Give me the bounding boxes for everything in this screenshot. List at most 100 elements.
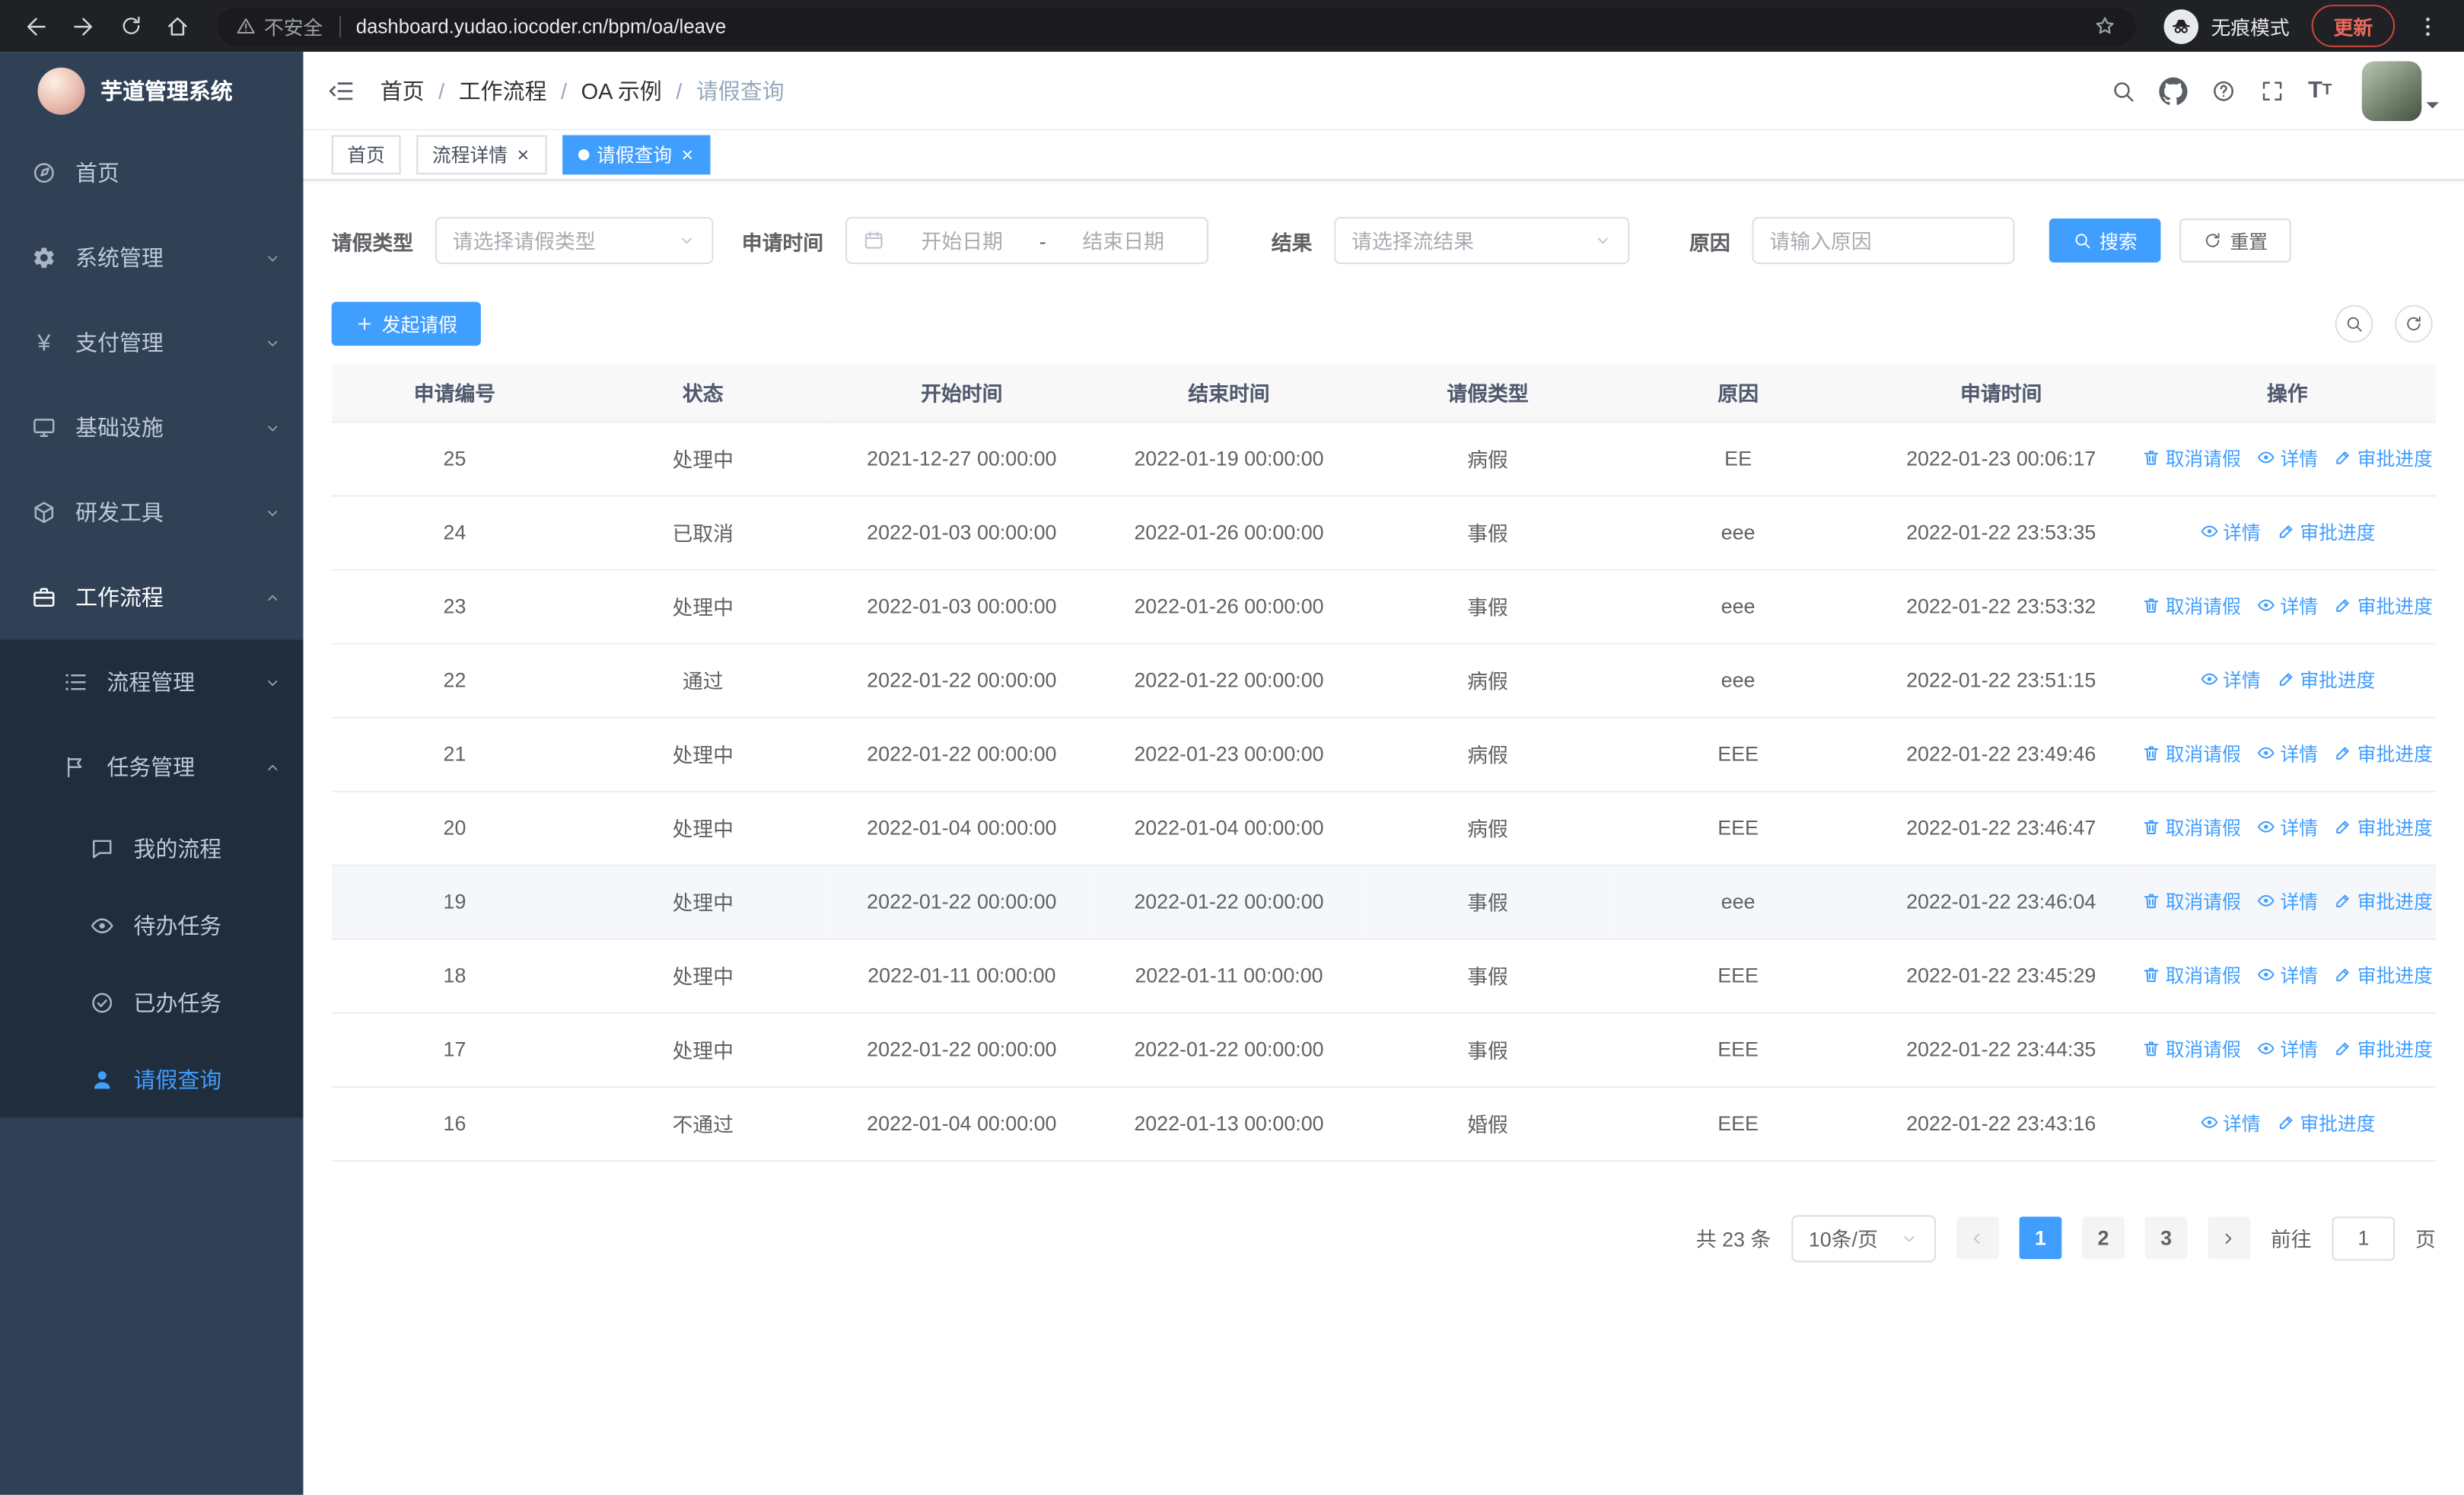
sidebar-item-system[interactable]: 系统管理 xyxy=(0,215,304,301)
leave-type-select[interactable] xyxy=(435,216,714,264)
approval-progress-link[interactable]: 审批进度 xyxy=(2334,961,2433,988)
tab-home[interactable]: 首页 xyxy=(331,135,401,175)
sidebar-item-devtools[interactable]: 研发工具 xyxy=(0,470,304,555)
detail-link[interactable]: 详情 xyxy=(2257,592,2318,619)
cancel-leave-link[interactable]: 取消请假 xyxy=(2142,740,2241,767)
browser-menu-button[interactable] xyxy=(2408,5,2449,46)
sidebar-item-payment[interactable]: ¥ 支付管理 xyxy=(0,300,304,385)
sidebar-item-done-tasks[interactable]: 已办任务 xyxy=(0,964,304,1041)
close-tab-icon[interactable]: × xyxy=(515,145,530,165)
github-link[interactable] xyxy=(2158,76,2187,104)
detail-link[interactable]: 详情 xyxy=(2257,445,2318,471)
browser-back-button[interactable] xyxy=(16,5,57,46)
approval-progress-link[interactable]: 审批进度 xyxy=(2334,888,2433,914)
page-1-button[interactable]: 1 xyxy=(2019,1216,2062,1260)
sidebar-item-process-management[interactable]: 流程管理 xyxy=(0,639,304,725)
tab-leave-query[interactable]: 请假查询 × xyxy=(562,135,711,175)
cell-start-time: 2022-01-22 00:00:00 xyxy=(828,864,1096,939)
user-menu[interactable] xyxy=(2361,60,2439,120)
browser-home-button[interactable] xyxy=(158,5,199,46)
incognito-badge: 无痕模式 xyxy=(2163,8,2290,43)
goto-page-input[interactable] xyxy=(2332,1216,2396,1261)
bookmark-star-icon[interactable] xyxy=(2093,14,2117,38)
cell-end-time: 2022-01-04 00:00:00 xyxy=(1095,790,1363,865)
eye-icon xyxy=(2257,965,2276,984)
browser-update-button[interactable]: 更新 xyxy=(2311,5,2396,47)
cell-end-time: 2022-01-22 00:00:00 xyxy=(1095,1012,1363,1087)
reason-input[interactable] xyxy=(1769,228,1998,253)
menu-fold-icon xyxy=(327,76,355,104)
detail-link[interactable]: 详情 xyxy=(2199,1109,2261,1136)
result-select[interactable] xyxy=(1334,216,1630,264)
detail-link[interactable]: 详情 xyxy=(2199,666,2261,693)
app-logo[interactable]: 芋道管理系统 xyxy=(0,52,304,130)
page-2-button[interactable]: 2 xyxy=(2082,1216,2125,1260)
sidebar-item-workflow[interactable]: 工作流程 xyxy=(0,555,304,640)
help-button[interactable] xyxy=(2211,78,2236,103)
font-size-button[interactable]: TT xyxy=(2308,77,2332,104)
browser-reload-button[interactable] xyxy=(110,5,151,46)
approval-progress-link[interactable]: 审批进度 xyxy=(2276,666,2375,693)
detail-link[interactable]: 详情 xyxy=(2199,518,2261,545)
sidebar-collapse-button[interactable] xyxy=(327,76,355,104)
sidebar-item-todo-tasks[interactable]: 待办任务 xyxy=(0,887,304,964)
trash-icon xyxy=(2142,818,2161,837)
breadcrumb-workflow[interactable]: 工作流程 xyxy=(459,75,547,106)
sidebar-item-home[interactable]: 首页 xyxy=(0,130,304,215)
detail-link[interactable]: 详情 xyxy=(2257,1035,2318,1062)
address-bar[interactable]: 不安全 dashboard.yudao.iocoder.cn/bpm/oa/le… xyxy=(216,7,2136,45)
briefcase-icon xyxy=(31,585,56,610)
security-status[interactable]: 不安全 xyxy=(236,11,323,40)
cancel-leave-link[interactable]: 取消请假 xyxy=(2142,814,2241,840)
prev-page-button[interactable] xyxy=(1956,1216,1999,1260)
approval-progress-link[interactable]: 审批进度 xyxy=(2334,740,2433,767)
cancel-leave-link[interactable]: 取消请假 xyxy=(2142,445,2241,471)
cancel-leave-link[interactable]: 取消请假 xyxy=(2142,888,2241,914)
tab-process-detail[interactable]: 流程详情 × xyxy=(416,135,546,175)
detail-link[interactable]: 详情 xyxy=(2257,814,2318,840)
sidebar-item-infrastructure[interactable]: 基础设施 xyxy=(0,385,304,470)
result-input[interactable] xyxy=(1351,228,1584,253)
reason-input-wrap[interactable] xyxy=(1752,216,2015,264)
start-date-input[interactable] xyxy=(894,228,1030,253)
page-3-button[interactable]: 3 xyxy=(2144,1216,2188,1260)
chevron-up-icon xyxy=(264,588,282,606)
cancel-leave-link[interactable]: 取消请假 xyxy=(2142,1035,2241,1062)
cancel-leave-link[interactable]: 取消请假 xyxy=(2142,961,2241,988)
fullscreen-button[interactable] xyxy=(2259,78,2284,103)
cell-leave-type: 婚假 xyxy=(1362,1085,1613,1162)
breadcrumb-oa-example[interactable]: OA 示例 xyxy=(581,75,662,106)
detail-link[interactable]: 详情 xyxy=(2257,740,2318,767)
cell-start-time: 2022-01-03 00:00:00 xyxy=(828,569,1096,644)
breadcrumb-home[interactable]: 首页 xyxy=(380,75,425,106)
sidebar-item-leave-query[interactable]: 请假查询 xyxy=(0,1041,304,1117)
detail-link[interactable]: 详情 xyxy=(2257,961,2318,988)
leave-type-input[interactable] xyxy=(452,228,668,253)
next-page-button[interactable] xyxy=(2208,1216,2251,1260)
apply-time-range-picker[interactable]: - xyxy=(845,216,1209,264)
search-button[interactable]: 搜索 xyxy=(2049,218,2161,263)
create-leave-button[interactable]: 发起请假 xyxy=(331,301,481,346)
close-tab-icon[interactable]: × xyxy=(680,145,695,165)
toggle-search-button[interactable] xyxy=(2335,304,2373,343)
page-size-select[interactable]: 10条/页 xyxy=(1791,1214,1937,1262)
header-search-button[interactable] xyxy=(2110,78,2135,103)
user-avatar[interactable] xyxy=(2361,60,2422,120)
sidebar-item-my-process[interactable]: 我的流程 xyxy=(0,810,304,887)
chevron-up-icon xyxy=(264,758,282,776)
cancel-leave-link[interactable]: 取消请假 xyxy=(2142,592,2241,619)
approval-progress-link[interactable]: 审批进度 xyxy=(2334,592,2433,619)
end-date-input[interactable] xyxy=(1055,228,1192,253)
approval-progress-link[interactable]: 审批进度 xyxy=(2334,1035,2433,1062)
detail-link[interactable]: 详情 xyxy=(2257,888,2318,914)
pagination: 共 23 条 10条/页 1 2 3 前往 页 xyxy=(332,1214,2436,1262)
approval-progress-link[interactable]: 审批进度 xyxy=(2276,518,2375,545)
reset-button[interactable]: 重置 xyxy=(2179,218,2292,263)
refresh-table-button[interactable] xyxy=(2395,304,2433,343)
browser-forward-button[interactable] xyxy=(63,5,104,46)
search-icon xyxy=(2110,78,2135,103)
approval-progress-link[interactable]: 审批进度 xyxy=(2334,814,2433,840)
approval-progress-link[interactable]: 审批进度 xyxy=(2334,445,2433,471)
sidebar-item-task-management[interactable]: 任务管理 xyxy=(0,725,304,810)
approval-progress-link[interactable]: 审批进度 xyxy=(2276,1109,2375,1136)
